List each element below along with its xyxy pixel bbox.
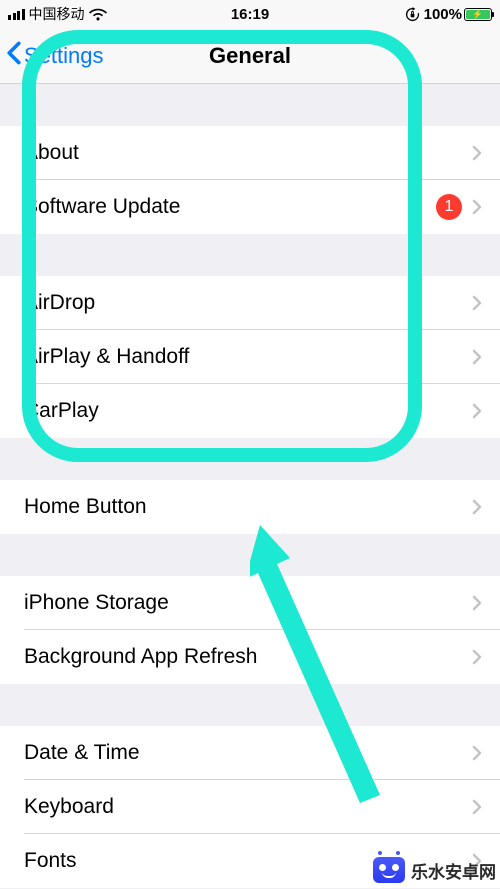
group-0: About Software Update 1 xyxy=(0,126,500,234)
row-keyboard[interactable]: Keyboard xyxy=(0,780,500,834)
row-iphone-storage[interactable]: iPhone Storage xyxy=(0,576,500,630)
row-label: Software Update xyxy=(24,195,436,219)
wifi-icon xyxy=(89,8,107,21)
row-carplay[interactable]: CarPlay xyxy=(0,384,500,438)
settings-list: About Software Update 1 AirDrop AirPlay … xyxy=(0,84,500,888)
chevron-right-icon xyxy=(472,649,482,665)
carrier-label: 中国移动 xyxy=(29,4,85,24)
row-label: Home Button xyxy=(24,495,472,519)
battery-percent: 100% xyxy=(424,6,462,23)
row-background-app-refresh[interactable]: Background App Refresh xyxy=(0,630,500,684)
back-label: Settings xyxy=(24,43,104,69)
row-airplay-handoff[interactable]: AirPlay & Handoff xyxy=(0,330,500,384)
chevron-right-icon xyxy=(472,595,482,611)
page-title: General xyxy=(209,43,291,69)
group-1: AirDrop AirPlay & Handoff CarPlay xyxy=(0,276,500,438)
row-label: Background App Refresh xyxy=(24,645,472,669)
battery-icon: ⚡ xyxy=(464,8,492,21)
row-label: AirPlay & Handoff xyxy=(24,345,472,369)
row-label: Keyboard xyxy=(24,795,472,819)
nav-bar: Settings General xyxy=(0,28,500,84)
chevron-right-icon xyxy=(472,349,482,365)
watermark-text: 乐水安卓网 xyxy=(411,858,496,883)
row-label: About xyxy=(24,141,472,165)
chevron-right-icon xyxy=(472,799,482,815)
cell-signal-icon xyxy=(8,9,25,20)
row-about[interactable]: About xyxy=(0,126,500,180)
watermark: 乐水安卓网 xyxy=(373,857,496,883)
group-2: Home Button xyxy=(0,480,500,534)
chevron-right-icon xyxy=(472,745,482,761)
row-label: iPhone Storage xyxy=(24,591,472,615)
chevron-right-icon xyxy=(472,403,482,419)
row-label: AirDrop xyxy=(24,291,472,315)
back-button[interactable]: Settings xyxy=(0,41,104,71)
rotation-lock-icon xyxy=(405,7,420,22)
row-label: CarPlay xyxy=(24,399,472,423)
clock: 16:19 xyxy=(231,6,269,23)
chevron-right-icon xyxy=(472,145,482,161)
chevron-right-icon xyxy=(472,295,482,311)
chevron-right-icon xyxy=(472,199,482,215)
row-label: Date & Time xyxy=(24,741,472,765)
row-date-time[interactable]: Date & Time xyxy=(0,726,500,780)
status-bar: 中国移动 16:19 100% ⚡ xyxy=(0,0,500,28)
update-badge: 1 xyxy=(436,194,462,220)
row-home-button[interactable]: Home Button xyxy=(0,480,500,534)
chevron-right-icon xyxy=(472,499,482,515)
row-software-update[interactable]: Software Update 1 xyxy=(0,180,500,234)
watermark-icon xyxy=(373,857,405,883)
group-3: iPhone Storage Background App Refresh xyxy=(0,576,500,684)
chevron-left-icon xyxy=(6,41,22,71)
row-airdrop[interactable]: AirDrop xyxy=(0,276,500,330)
